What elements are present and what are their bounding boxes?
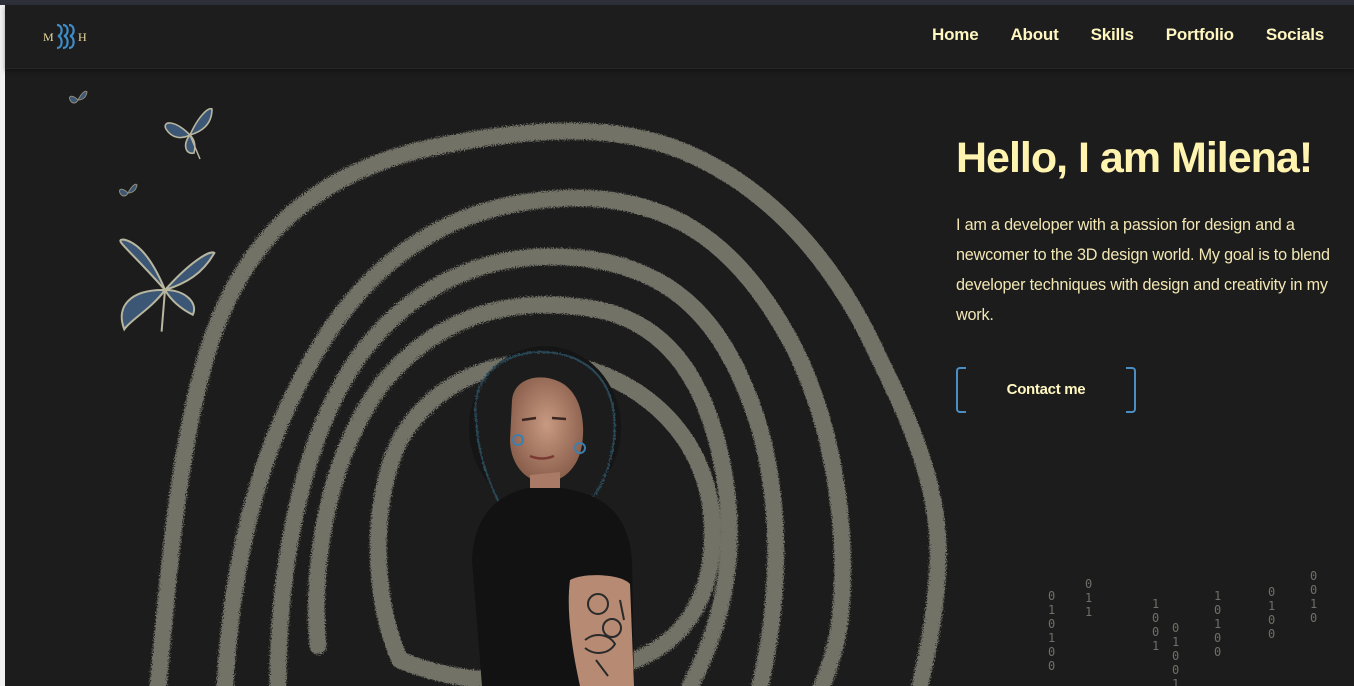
logo-mark-icon xyxy=(56,23,75,50)
logo-letter-left: M xyxy=(43,30,54,44)
binary-digit: 1 xyxy=(1172,635,1179,649)
binary-digit: 0 xyxy=(1048,659,1055,673)
butterfly-small-2 xyxy=(119,183,138,197)
binary-digit: 0 xyxy=(1048,589,1055,603)
binary-digit: 0 xyxy=(1214,603,1221,617)
binary-digit: 1 xyxy=(1214,617,1221,631)
binary-digit: 1 xyxy=(1085,605,1092,619)
binary-digit: 1 xyxy=(1310,597,1317,611)
nav-links: Home About Skills Portfolio Socials xyxy=(932,25,1324,45)
binary-digit: 0 xyxy=(1152,625,1159,639)
binary-digit: 0 xyxy=(1268,627,1275,641)
portrait-tattooed-arm xyxy=(568,575,634,686)
nav-skills[interactable]: Skills xyxy=(1091,25,1134,45)
binary-digit: 0 xyxy=(1172,663,1179,677)
binary-digit: 0 xyxy=(1172,621,1179,635)
binary-digit: 0 xyxy=(1310,611,1317,625)
binary-digit: 1 xyxy=(1048,603,1055,617)
bracket-left-icon xyxy=(956,367,966,413)
binary-digit: 1 xyxy=(1152,639,1159,653)
binary-digit: 1 xyxy=(1214,589,1221,603)
binary-digit: 0 xyxy=(1048,617,1055,631)
binary-digit: 0 xyxy=(1268,613,1275,627)
binary-digit: 0 xyxy=(1310,569,1317,583)
binary-rain: 0110101001001010011010001000010 xyxy=(1048,569,1317,686)
hero-title: Hello, I am Milena! xyxy=(956,134,1313,182)
top-navbar: M H Home About Skills Portfolio Socials xyxy=(5,5,1354,69)
binary-digit: 1 xyxy=(1048,631,1055,645)
logo[interactable]: M H xyxy=(41,19,91,53)
binary-digit: 1 xyxy=(1172,677,1179,686)
binary-digit: 0 xyxy=(1214,631,1221,645)
nav-socials[interactable]: Socials xyxy=(1266,25,1324,45)
portrait-photo xyxy=(469,346,634,686)
butterfly-small-1 xyxy=(69,90,88,104)
binary-digit: 1 xyxy=(1268,599,1275,613)
contact-me-button[interactable]: Contact me xyxy=(956,367,1136,413)
binary-digit: 1 xyxy=(1085,591,1092,605)
nav-home[interactable]: Home xyxy=(932,25,979,45)
binary-digit: 0 xyxy=(1085,577,1092,591)
logo-letter-right: H xyxy=(78,30,87,44)
bracket-right-icon xyxy=(1126,367,1136,413)
binary-digit: 0 xyxy=(1048,645,1055,659)
hero-text-block: Hello, I am Milena! I am a developer wit… xyxy=(956,130,1336,330)
portrait-face xyxy=(510,377,584,483)
contact-me-label: Contact me xyxy=(1006,380,1086,398)
binary-digit: 0 xyxy=(1152,611,1159,625)
binary-digit: 1 xyxy=(1152,597,1159,611)
binary-digit: 0 xyxy=(1310,583,1317,597)
nav-portfolio[interactable]: Portfolio xyxy=(1166,25,1234,45)
hero-description: I am a developer with a passion for desi… xyxy=(956,216,1330,324)
nav-about[interactable]: About xyxy=(1010,25,1058,45)
binary-digit: 0 xyxy=(1214,645,1221,659)
butterfly-medium xyxy=(164,108,213,160)
binary-digit: 0 xyxy=(1268,585,1275,599)
binary-digit: 0 xyxy=(1172,649,1179,663)
